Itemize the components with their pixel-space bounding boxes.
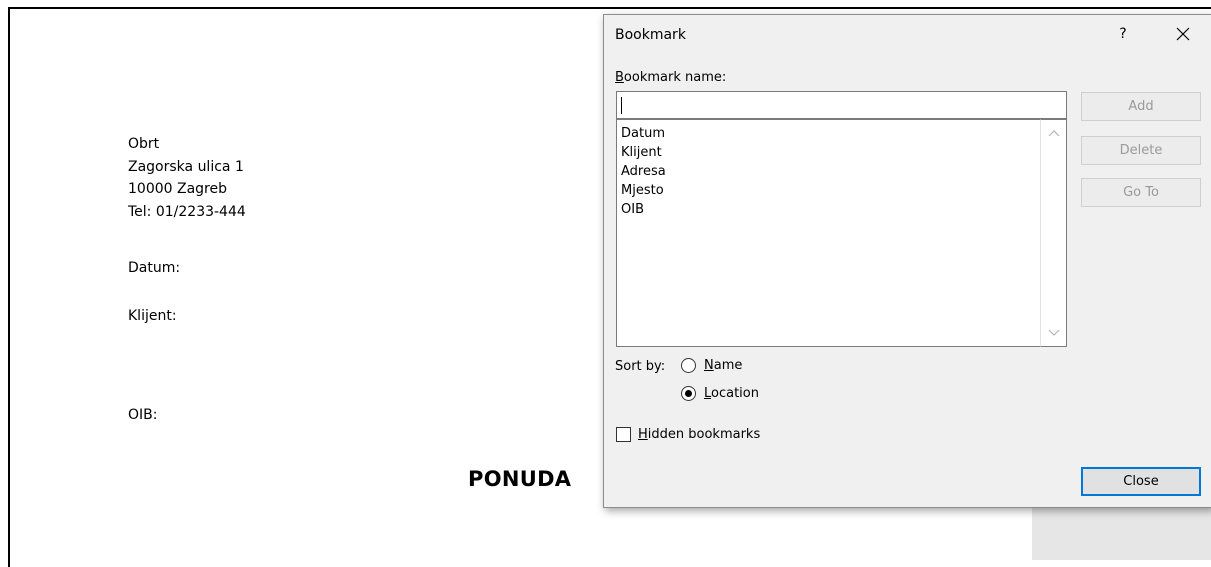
accesskey-letter: L: [704, 386, 712, 401]
bookmark-dialog: Bookmark ? Bookmark name: Datum Klijent …: [603, 14, 1211, 508]
add-button[interactable]: Add: [1081, 92, 1201, 121]
close-icon[interactable]: [1170, 21, 1196, 47]
list-item[interactable]: Adresa: [621, 162, 1040, 181]
accesskey-letter: N: [704, 358, 714, 373]
checkbox-label: Hidden bookmarks: [638, 427, 761, 442]
close-button[interactable]: Close: [1081, 467, 1201, 496]
radio-label: Location: [704, 386, 759, 401]
bookmark-name-label: Bookmark name:: [615, 70, 726, 85]
list-scrollbar[interactable]: [1040, 119, 1067, 347]
accesskey-letter: B: [615, 70, 624, 85]
bookmark-name-input[interactable]: [616, 91, 1067, 119]
datum-label: Datum:: [128, 260, 181, 276]
document-title: PONUDA: [468, 467, 572, 491]
hidden-bookmarks-checkbox[interactable]: Hidden bookmarks: [616, 427, 760, 442]
address-line: Zagorska ulica 1: [128, 158, 244, 175]
list-item[interactable]: Mjesto: [621, 181, 1040, 200]
goto-button[interactable]: Go To: [1081, 178, 1201, 207]
chevron-up-icon[interactable]: [1046, 127, 1062, 139]
oib-label: OIB:: [128, 407, 158, 423]
radio-button[interactable]: [681, 358, 696, 373]
checkbox[interactable]: [616, 427, 631, 442]
klijent-label: Klijent:: [128, 308, 177, 324]
accesskey-letter: H: [638, 427, 648, 442]
sort-by-name-radio[interactable]: Name: [681, 358, 742, 373]
radio-label: Name: [704, 358, 743, 373]
bookmark-list[interactable]: Datum Klijent Adresa Mjesto OIB: [616, 119, 1040, 347]
list-item[interactable]: OIB: [621, 200, 1040, 219]
address-line: Tel: 01/2233-444: [128, 203, 246, 220]
sort-by-label: Sort by:: [615, 359, 666, 374]
chevron-down-icon[interactable]: [1046, 327, 1062, 339]
text-caret: [621, 97, 622, 114]
list-item[interactable]: Klijent: [621, 143, 1040, 162]
delete-button[interactable]: Delete: [1081, 136, 1201, 165]
company-address: Obrt Zagorska ulica 1 10000 Zagreb Tel: …: [128, 133, 246, 223]
dialog-title: Bookmark: [615, 27, 686, 43]
address-line: Obrt: [128, 136, 160, 152]
help-button[interactable]: ?: [1112, 21, 1134, 47]
label-rest: ookmark name:: [623, 70, 727, 85]
radio-button-checked[interactable]: [681, 386, 696, 401]
list-item[interactable]: Datum: [621, 124, 1040, 143]
address-line: 10000 Zagreb: [128, 181, 227, 197]
sort-by-location-radio[interactable]: Location: [681, 386, 759, 401]
